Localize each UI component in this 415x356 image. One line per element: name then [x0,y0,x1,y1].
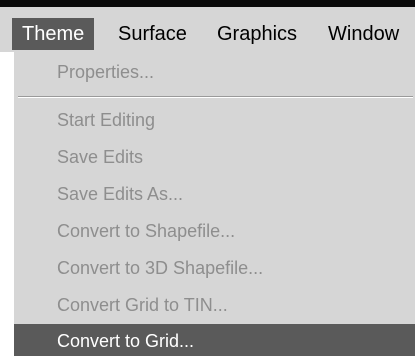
menu-bar: Theme Surface Graphics Window [0,7,415,52]
menu-item-save-edits-as[interactable]: Save Edits As... [14,177,415,211]
menu-item-label: Convert to Shapefile... [57,221,236,241]
menu-item-convert-to-shapefile[interactable]: Convert to Shapefile... [14,214,415,248]
menu-item-label: Save Edits As... [57,184,184,204]
menu-window[interactable]: Window [328,18,399,50]
menu-separator [18,96,413,98]
menu-theme[interactable]: Theme [12,18,95,50]
window-title-bar-edge [0,0,415,7]
menu-item-convert-to-3d-shapefile[interactable]: Convert to 3D Shapefile... [14,251,415,285]
menu-item-convert-grid-to-tin[interactable]: Convert Grid to TIN... [14,288,415,322]
menu-item-label: Convert Grid to TIN... [57,295,228,315]
menu-graphics[interactable]: Graphics [217,18,297,50]
menu-item-label: Convert to 3D Shapefile... [57,258,264,278]
theme-dropdown-menu: Properties... Start Editing Save Edits S… [12,52,415,356]
menu-item-label: Save Edits [57,147,144,167]
menu-item-label: Properties... [57,62,155,82]
menu-item-properties[interactable]: Properties... [14,55,415,89]
menu-item-start-editing[interactable]: Start Editing [14,103,415,137]
menu-item-save-edits[interactable]: Save Edits [14,140,415,174]
menu-item-label: Convert to Grid... [57,331,195,351]
menu-surface[interactable]: Surface [118,18,187,50]
menu-item-label: Start Editing [57,110,156,130]
menu-item-convert-to-grid[interactable]: Convert to Grid... [14,324,415,356]
